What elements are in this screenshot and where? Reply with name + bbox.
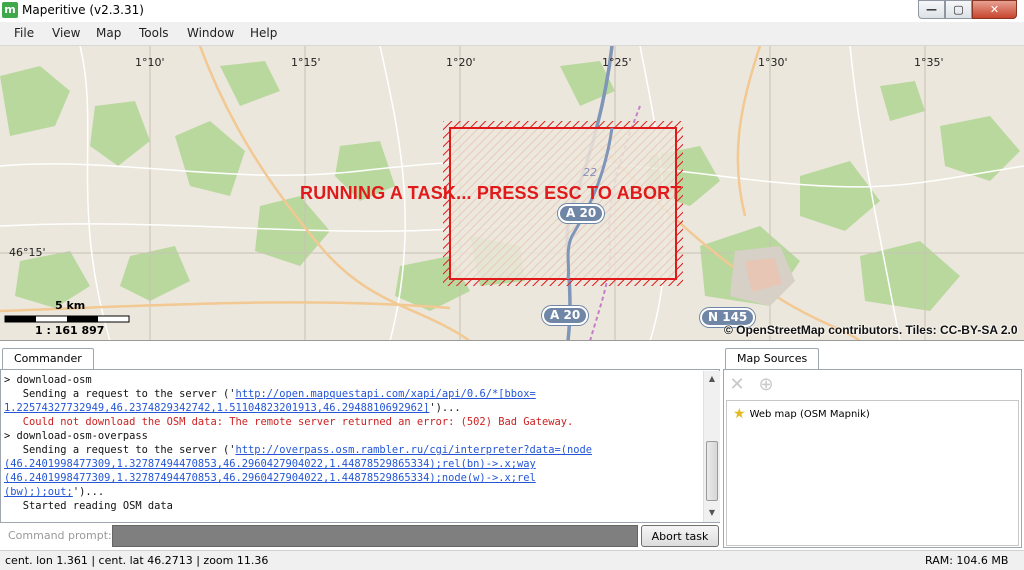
output-text: > download-osm-overpass — [4, 430, 148, 442]
longitude-label: 1°30' — [758, 56, 788, 69]
output-text: ')... — [429, 402, 461, 414]
abort-task-button[interactable]: Abort task — [641, 525, 719, 547]
menu-tools[interactable]: Tools — [139, 26, 169, 40]
command-output-line: (46.2401998477309,1.32787494470853,46.29… — [4, 471, 702, 485]
window-title: Maperitive (v2.3.31) — [22, 3, 144, 17]
status-bar: cent. lon 1.361 | cent. lat 46.2713 | zo… — [0, 550, 1024, 570]
latitude-label: 46°15' — [9, 246, 46, 259]
maximize-icon: ▢ — [953, 3, 964, 16]
output-text: Could not download the OSM data: The rem… — [4, 416, 574, 428]
output-text: ')... — [72, 486, 105, 498]
map-position-status: cent. lon 1.361 | cent. lat 46.2713 | zo… — [5, 554, 269, 567]
close-button[interactable]: ✕ — [972, 0, 1017, 19]
longitude-label: 1°20' — [446, 56, 476, 69]
commander-scrollbar[interactable]: ▲ ▼ — [703, 371, 720, 522]
scroll-down-icon[interactable]: ▼ — [704, 505, 720, 521]
output-text: > download-osm — [4, 374, 92, 386]
app-icon: m — [2, 2, 18, 18]
scale-bar — [4, 315, 130, 323]
scale-distance: 5 km — [55, 299, 86, 312]
command-output: > download-osm Sending a request to the … — [4, 373, 702, 523]
commander-panel: > download-osm Sending a request to the … — [0, 369, 720, 523]
output-link[interactable]: (46.2401998477309,1.32787494470853,46.29… — [4, 472, 536, 484]
output-link[interactable]: http://overpass.osm.rambler.ru/cgi/inter… — [235, 444, 592, 456]
road-badge-a20: A 20 — [542, 306, 589, 325]
tab-map-sources[interactable]: Map Sources — [725, 348, 820, 370]
road-number: 22 — [583, 166, 597, 179]
task-running-message: RUNNING A TASK... PRESS ESC TO ABORT — [300, 183, 682, 203]
menu-view[interactable]: View — [52, 26, 80, 40]
map-source-label: Web map (OSM Mapnik) — [749, 409, 870, 420]
road-badge-a20: A 20 — [558, 204, 605, 223]
ram-status: RAM: 104.6 MB — [925, 554, 1009, 567]
scroll-thumb[interactable] — [706, 441, 718, 501]
title-bar: m Maperitive (v2.3.31) — ▢ ✕ — [0, 0, 1024, 21]
command-output-line: (bw););out;')... — [4, 485, 702, 499]
command-output-line: Sending a request to the server ('http:/… — [4, 387, 702, 401]
longitude-label: 1°25' — [602, 56, 632, 69]
menu-map[interactable]: Map — [96, 26, 121, 40]
command-output-line: Could not download the OSM data: The rem… — [4, 415, 702, 429]
minimize-icon: — — [926, 3, 937, 16]
command-output-line: 1.22574327732949,46.2374829342742,1.5110… — [4, 401, 702, 415]
command-output-line: > download-osm — [4, 373, 702, 387]
map-sources-toolbar: ✕ ⊕ — [724, 370, 1021, 400]
maximize-button[interactable]: ▢ — [945, 0, 972, 19]
map-view[interactable]: 1°10' 1°15' 1°20' 1°25' 1°30' 1°35' 46°1… — [0, 46, 1024, 341]
minimize-button[interactable]: — — [918, 0, 945, 19]
command-output-line: (46.2401998477309,1.32787494470853,46.29… — [4, 457, 702, 471]
star-icon: ★ — [733, 406, 746, 422]
menu-bar: File View Map Tools Window Help — [0, 22, 1024, 46]
output-link[interactable]: 1.22574327732949,46.2374829342742,1.5110… — [4, 402, 429, 414]
output-text: Sending a request to the server (' — [4, 388, 236, 400]
menu-window[interactable]: Window — [187, 26, 234, 40]
output-link[interactable]: (bw););out; — [4, 486, 73, 498]
command-prompt-input[interactable] — [112, 525, 638, 547]
tab-commander[interactable]: Commander — [2, 348, 94, 370]
scale-ratio: 1 : 161 897 — [35, 324, 105, 337]
map-attribution: © OpenStreetMap contributors. Tiles: CC-… — [724, 323, 1018, 337]
command-output-line: Started reading OSM data — [4, 499, 702, 513]
menu-help[interactable]: Help — [250, 26, 277, 40]
close-icon: ✕ — [989, 3, 1000, 16]
output-link[interactable]: (46.2401998477309,1.32787494470853,46.29… — [4, 458, 536, 470]
zoom-extent-icon[interactable]: ⊕ — [756, 375, 776, 395]
command-output-line: > download-osm-overpass — [4, 429, 702, 443]
command-output-line: Sending a request to the server ('http:/… — [4, 443, 702, 457]
close-icon[interactable]: ✕ — [727, 375, 747, 395]
output-text: Sending a request to the server (' — [4, 444, 236, 456]
longitude-label: 1°15' — [291, 56, 321, 69]
output-text: Started reading OSM data — [4, 500, 173, 512]
longitude-label: 1°35' — [914, 56, 944, 69]
map-sources-panel: ✕ ⊕ ★ Web map (OSM Mapnik) — [723, 369, 1022, 548]
output-link[interactable]: http://open.mapquestapi.com/xapi/api/0.6… — [235, 388, 535, 400]
scroll-up-icon[interactable]: ▲ — [704, 371, 720, 387]
list-item[interactable]: ★ Web map (OSM Mapnik) — [733, 406, 870, 422]
map-sources-list: ★ Web map (OSM Mapnik) — [726, 400, 1019, 546]
command-prompt-label: Command prompt: — [8, 529, 112, 542]
menu-file[interactable]: File — [14, 26, 34, 40]
longitude-label: 1°10' — [135, 56, 165, 69]
